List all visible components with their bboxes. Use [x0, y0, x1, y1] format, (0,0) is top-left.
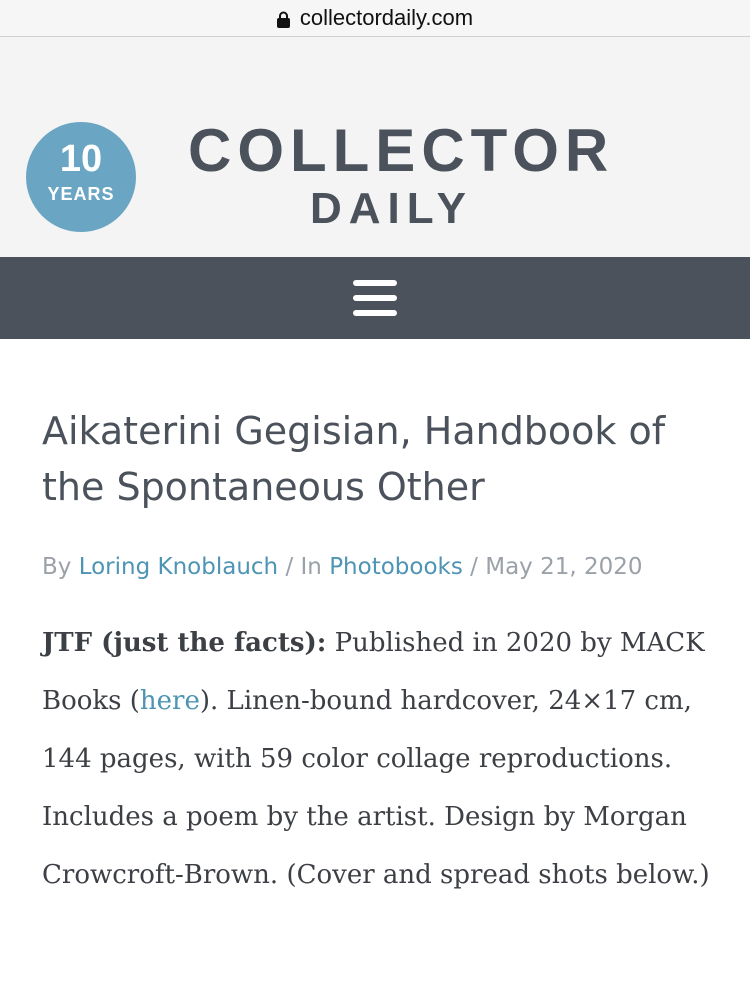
jtf-label: JTF (just the facts):	[42, 628, 327, 658]
site-logo[interactable]: COLLECTOR DAILY	[188, 117, 615, 233]
article-title-text: Aikaterini Gegisian, Handbook of the Spon…	[42, 409, 666, 509]
anniversary-badge: 10 YEARS	[26, 122, 136, 232]
badge-label: YEARS	[47, 184, 115, 204]
publish-date: May 21, 2020	[485, 554, 643, 580]
logo-line-2: DAILY	[310, 184, 473, 233]
url-text: collectordaily.com	[299, 5, 474, 30]
category-prefix: / In	[285, 554, 322, 580]
badge-number: 10	[59, 138, 103, 180]
logo-line-1: COLLECTOR	[188, 117, 615, 184]
article-title: Aikaterini Gegisian, Handbook of the Spon…	[42, 339, 708, 515]
by-label: By	[42, 554, 72, 580]
lock-icon	[276, 11, 290, 28]
nav-bar	[0, 257, 750, 339]
article-body: JTF (just the facts): Published in 2020 …	[42, 614, 722, 904]
category-link[interactable]: Photobooks	[329, 554, 463, 580]
author-link[interactable]: Loring Knoblauch	[79, 554, 278, 580]
date-separator: /	[470, 554, 478, 580]
site-header: 10 YEARS COLLECTOR DAILY	[0, 37, 750, 257]
jtf-text-2: ). Linen-bound hardcover, 24×17 cm, 144 …	[42, 686, 710, 890]
article: Aikaterini Gegisian, Handbook of the Spon…	[0, 339, 750, 904]
publisher-link[interactable]: here	[140, 686, 200, 716]
article-meta: By Loring Knoblauch / In Photobooks / Ma…	[42, 554, 708, 580]
address-bar[interactable]: collectordaily.com	[0, 0, 750, 37]
hamburger-menu-icon[interactable]	[353, 280, 397, 316]
